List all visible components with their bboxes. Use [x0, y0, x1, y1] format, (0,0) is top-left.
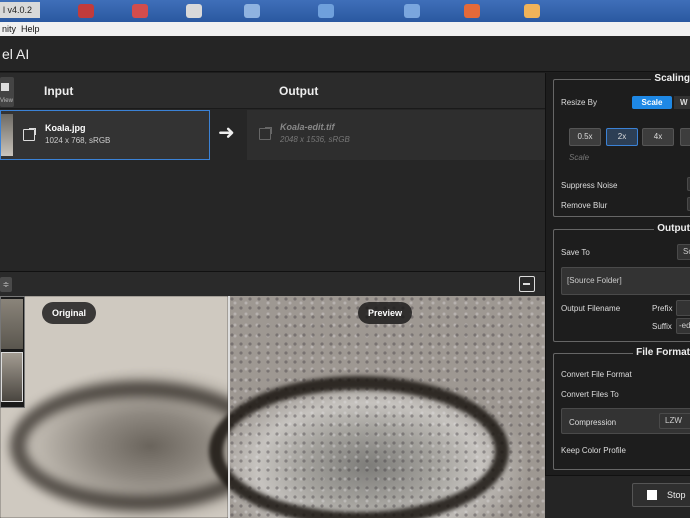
- arrow-right-icon: ➜: [218, 122, 235, 144]
- input-column-header: Input: [44, 84, 74, 98]
- file-list-area: View Input Output Koala.jpg 1024 x 768, …: [0, 73, 545, 271]
- window-title-strip: l v4.0.2: [0, 0, 690, 22]
- open-external-icon[interactable]: [23, 128, 36, 141]
- original-image-pane: [0, 296, 270, 518]
- taskbar-app-icon[interactable]: [404, 4, 420, 18]
- file-list-header: View Input Output: [0, 73, 545, 109]
- resize-width-toggle[interactable]: W: [674, 96, 690, 109]
- scaling-group: Scaling Resize By Scale W 0.5x 2x 4x Sca…: [553, 73, 690, 217]
- scale-2x-button[interactable]: 2x: [606, 128, 638, 146]
- output-column-header: Output: [279, 84, 319, 98]
- output-title: Output: [654, 223, 690, 234]
- koala-thumbnail: [1, 114, 13, 156]
- compression-select[interactable]: LZW: [659, 413, 690, 429]
- file-format-group: File Format Convert File Format Convert …: [553, 347, 690, 470]
- convert-format-label: Convert File Format: [561, 370, 632, 379]
- output-file-item[interactable]: Koala-edit.tif 2048 x 1536, sRGB: [247, 110, 545, 160]
- scale-input-placeholder[interactable]: Scale: [569, 153, 589, 162]
- image-compare-viewer[interactable]: Original Preview: [0, 296, 545, 518]
- navigator-image: [1, 299, 23, 349]
- menu-bar: nity Help: [0, 22, 690, 36]
- output-file-meta: 2048 x 1536, sRGB: [280, 135, 350, 144]
- taskbar-app-icon[interactable]: [464, 4, 480, 18]
- preview-label: Preview: [358, 302, 413, 324]
- app-window: l v4.0.2 nity Help el AI View Input Outp…: [0, 0, 690, 518]
- compare-toolbar: ≑: [0, 271, 545, 296]
- resize-by-label: Resize By: [561, 98, 598, 107]
- remove-blur-label: Remove Blur: [561, 201, 608, 210]
- navigator-viewport[interactable]: [1, 352, 23, 402]
- suffix-input[interactable]: -edi: [676, 318, 690, 334]
- input-file-meta: 1024 x 768, sRGB: [45, 136, 111, 145]
- taskbar-app-icon[interactable]: [318, 4, 334, 18]
- stop-label: Stop: [667, 490, 686, 500]
- view-grid-icon: [1, 83, 9, 91]
- taskbar-app-icon[interactable]: [524, 4, 540, 18]
- preview-image-pane: [209, 296, 545, 518]
- taskbar-app-icon[interactable]: [132, 4, 148, 18]
- prefix-label: Prefix: [652, 304, 673, 313]
- window-title: l v4.0.2: [0, 2, 40, 18]
- settings-footer: Stop: [545, 475, 690, 518]
- view-label: View: [0, 98, 13, 104]
- prefix-input[interactable]: [676, 300, 690, 316]
- taskbar-app-icon[interactable]: [186, 4, 202, 18]
- open-external-icon[interactable]: [259, 127, 272, 140]
- scaling-title: Scaling: [651, 73, 690, 84]
- file-format-title: File Format: [633, 347, 690, 358]
- navigator-thumbnail[interactable]: [0, 296, 25, 408]
- save-to-label: Save To: [561, 248, 590, 257]
- scale-custom-button[interactable]: [680, 128, 690, 146]
- keep-color-profile-label: Keep Color Profile: [561, 446, 626, 455]
- output-file-name: Koala-edit.tif: [280, 122, 335, 132]
- menu-item-help[interactable]: Help: [21, 22, 40, 36]
- compare-mode-button[interactable]: ≑: [0, 277, 12, 292]
- scale-0.5x-button[interactable]: 0.5x: [569, 128, 601, 146]
- view-toggle-button[interactable]: View: [0, 77, 14, 107]
- suffix-label: Suffix: [652, 322, 672, 331]
- save-to-select[interactable]: So: [677, 244, 690, 260]
- app-header: el AI: [0, 36, 690, 72]
- scale-4x-button[interactable]: 4x: [642, 128, 674, 146]
- stop-icon: [647, 490, 657, 500]
- menu-item-community[interactable]: nity: [2, 22, 16, 36]
- app-title: el AI: [2, 46, 30, 62]
- settings-panel: Scaling Resize By Scale W 0.5x 2x 4x Sca…: [545, 73, 690, 518]
- suppress-noise-label: Suppress Noise: [561, 181, 618, 190]
- output-folder-field[interactable]: [Source Folder]: [561, 267, 690, 295]
- stop-button[interactable]: Stop: [632, 483, 690, 507]
- minimize-panel-icon[interactable]: [519, 276, 535, 292]
- input-file-name: Koala.jpg: [45, 123, 86, 133]
- input-file-item[interactable]: Koala.jpg 1024 x 768, sRGB: [0, 110, 210, 160]
- compare-split-handle[interactable]: [228, 296, 230, 518]
- output-filename-label: Output Filename: [561, 304, 621, 313]
- resize-scale-toggle[interactable]: Scale: [632, 96, 672, 109]
- output-group: Output Save To So [Source Folder] Output…: [553, 223, 690, 342]
- taskbar-app-icon[interactable]: [78, 4, 94, 18]
- original-label: Original: [42, 302, 97, 324]
- convert-files-to-label: Convert Files To: [561, 390, 619, 399]
- compression-label: Compression: [569, 418, 617, 427]
- taskbar-app-icon[interactable]: [244, 4, 260, 18]
